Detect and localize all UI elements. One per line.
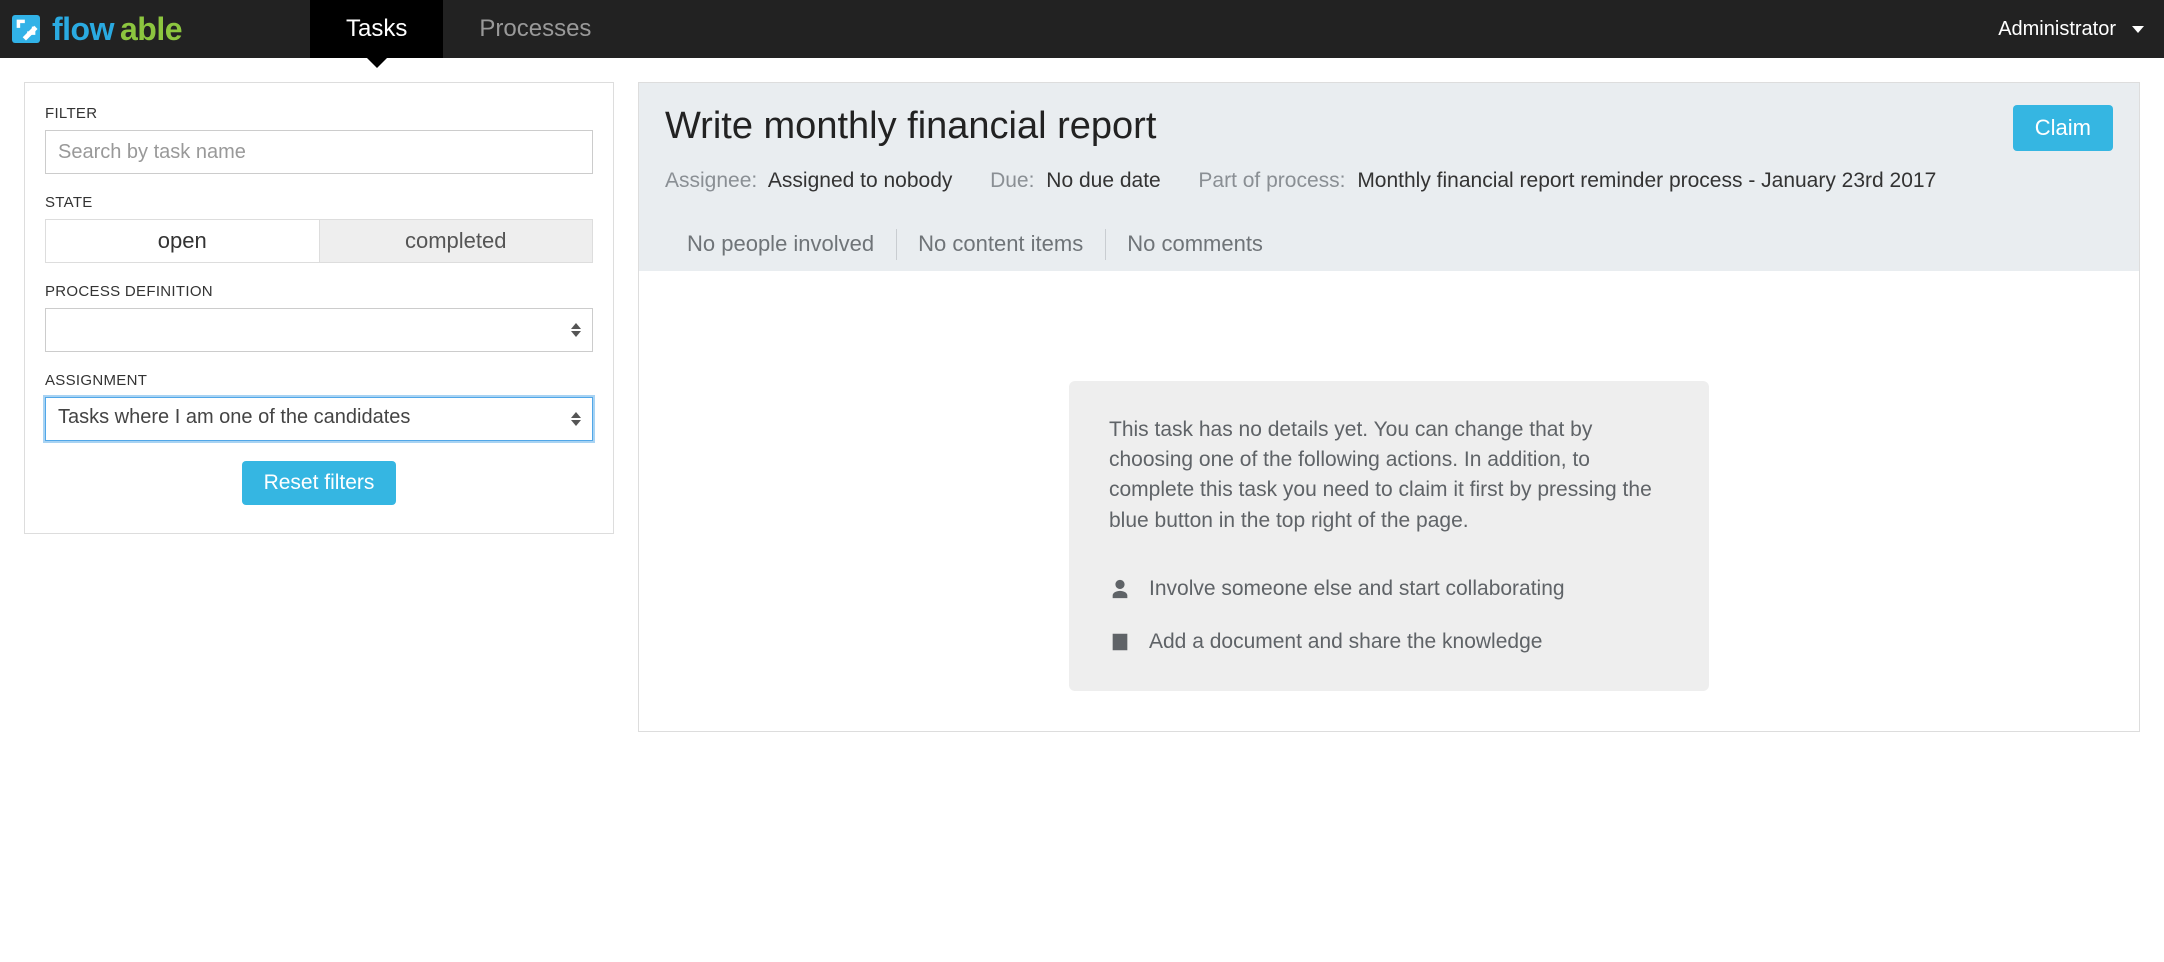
brand-text-able: able	[120, 11, 182, 48]
partof-value[interactable]: Monthly financial report reminder proces…	[1357, 169, 1936, 192]
filter-panel: FILTER STATE open completed PROCESS DEFI…	[24, 82, 614, 534]
assignee-label: Assignee:	[665, 169, 757, 192]
subtab-comments[interactable]: No comments	[1105, 219, 1285, 271]
navbar: flowable Tasks Processes Administrator	[0, 0, 2164, 58]
tab-processes[interactable]: Processes	[443, 0, 627, 58]
tab-tasks[interactable]: Tasks	[310, 0, 443, 58]
partof-label: Part of process:	[1198, 169, 1345, 192]
state-toggle: open completed	[45, 219, 593, 263]
tab-processes-label: Processes	[479, 15, 591, 43]
claim-button[interactable]: Claim	[2013, 105, 2113, 151]
procdef-heading: PROCESS DEFINITION	[45, 283, 593, 300]
user-label: Administrator	[1998, 18, 2116, 41]
procdef-select[interactable]	[45, 308, 593, 352]
task-meta: Assignee: Assigned to nobody Due: No due…	[665, 165, 2113, 197]
task-title: Write monthly financial report	[665, 105, 1156, 149]
state-completed-button[interactable]: completed	[319, 220, 593, 262]
brand[interactable]: flowable	[0, 0, 200, 58]
assignee-value[interactable]: Assigned to nobody	[768, 169, 952, 192]
hint-text: This task has no details yet. You can ch…	[1109, 415, 1669, 537]
user-menu[interactable]: Administrator	[1998, 0, 2164, 58]
task-body: This task has no details yet. You can ch…	[639, 271, 2139, 732]
document-icon	[1109, 631, 1131, 653]
action-document[interactable]: Add a document and share the knowledge	[1109, 627, 1669, 657]
action-document-label: Add a document and share the knowledge	[1149, 627, 1542, 657]
task-header: Write monthly financial report Claim Ass…	[639, 83, 2139, 271]
filter-heading: FILTER	[45, 105, 593, 122]
logo-icon	[12, 15, 40, 43]
action-involve[interactable]: Involve someone else and start collabora…	[1109, 574, 1669, 604]
due-value[interactable]: No due date	[1046, 169, 1160, 192]
assignment-heading: ASSIGNMENT	[45, 372, 593, 389]
due-label: Due:	[990, 169, 1034, 192]
subtab-content[interactable]: No content items	[896, 219, 1105, 271]
state-open-button[interactable]: open	[46, 220, 319, 262]
tab-tasks-label: Tasks	[346, 15, 407, 43]
brand-text-flow: flow	[52, 11, 114, 48]
reset-filters-button[interactable]: Reset filters	[242, 461, 397, 505]
subtab-people[interactable]: No people involved	[665, 219, 896, 271]
person-icon	[1109, 578, 1131, 600]
hint-card: This task has no details yet. You can ch…	[1069, 381, 1709, 692]
action-involve-label: Involve someone else and start collabora…	[1149, 574, 1565, 604]
task-panel: Write monthly financial report Claim Ass…	[638, 82, 2140, 732]
nav-tabs: Tasks Processes	[310, 0, 627, 58]
assignment-select[interactable]: Tasks where I am one of the candidates	[45, 397, 593, 441]
sub-tabs: No people involved No content items No c…	[665, 219, 2113, 271]
search-input[interactable]	[45, 130, 593, 174]
chevron-down-icon	[2132, 26, 2144, 33]
state-heading: STATE	[45, 194, 593, 211]
